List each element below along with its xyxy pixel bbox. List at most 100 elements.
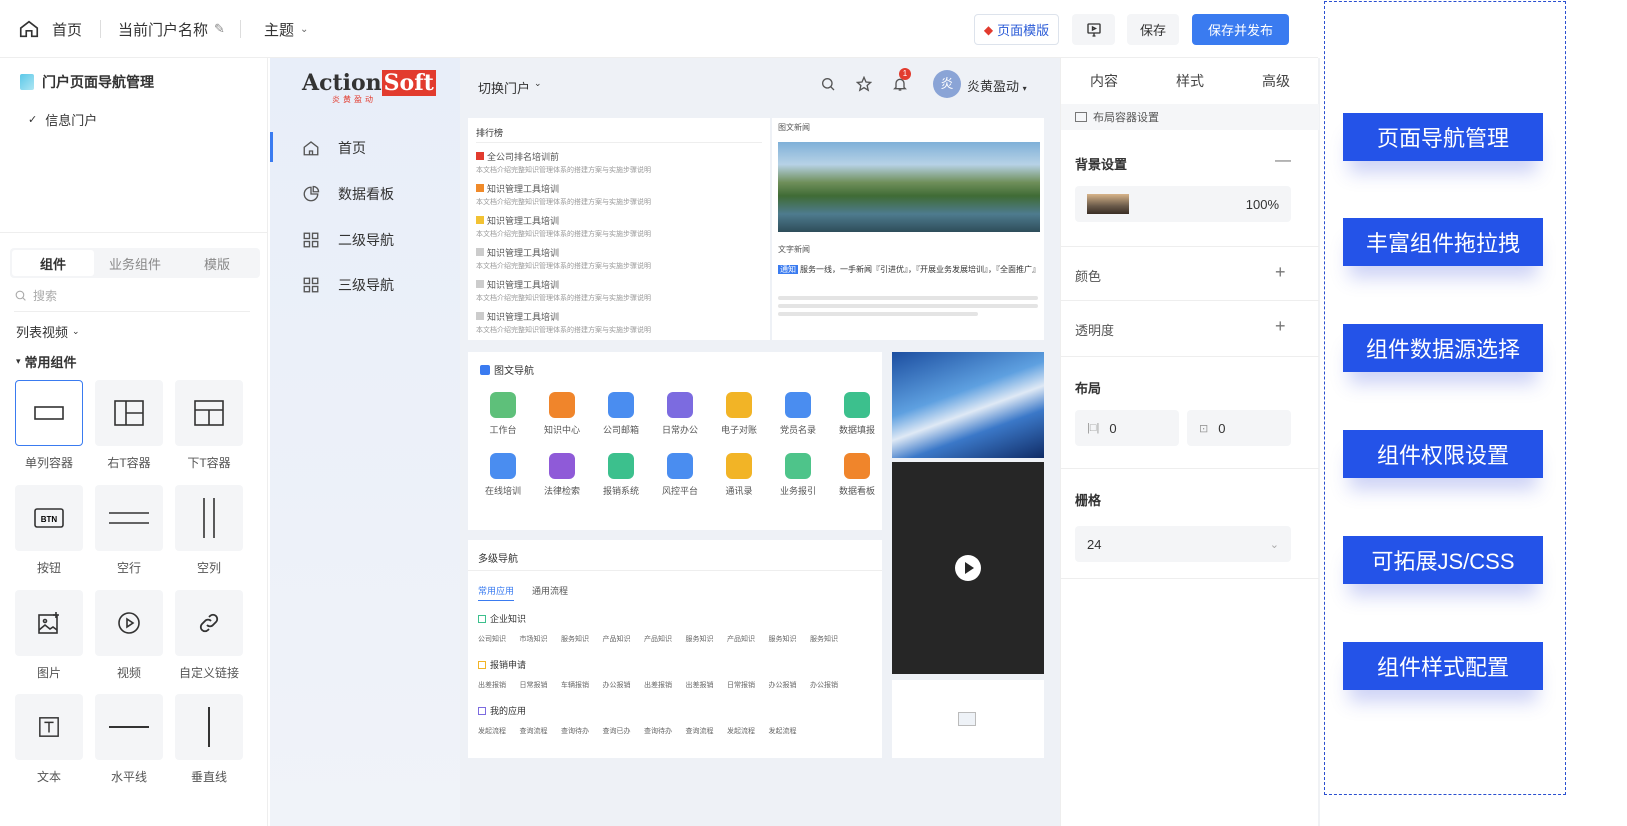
app-item[interactable]: 业务报引 bbox=[773, 453, 823, 497]
nav-group-link[interactable]: 产品知识 bbox=[644, 634, 672, 644]
user-menu[interactable]: 炎黄盈动 ▾ bbox=[967, 76, 1027, 95]
nav-group-link[interactable]: 发起流程 bbox=[478, 726, 506, 736]
tab-components[interactable]: 组件 bbox=[12, 250, 94, 276]
avatar[interactable]: 炎 bbox=[933, 70, 961, 98]
app-item[interactable]: 电子对账 bbox=[714, 392, 764, 436]
nav-group-link[interactable]: 出差报销 bbox=[686, 680, 714, 690]
ranking-item[interactable]: 知识管理工具培训 本文档介绍完整知识管理体系的搭建方案与实施步骤说明 bbox=[476, 212, 651, 239]
app-item[interactable]: 风控平台 bbox=[655, 453, 705, 497]
nav-group-link[interactable]: 日常报销 bbox=[520, 680, 548, 690]
component-search[interactable]: 搜索 bbox=[14, 280, 250, 312]
play-icon[interactable] bbox=[954, 554, 982, 582]
nav-group-link[interactable]: 市场知识 bbox=[520, 634, 548, 644]
ranking-item[interactable]: 全公司排名培训前 本文档介绍完整知识管理体系的搭建方案与实施步骤说明 bbox=[476, 148, 651, 175]
add-opacity-icon[interactable]: + bbox=[1275, 316, 1286, 337]
component-empty-column[interactable]: 空列 bbox=[175, 485, 243, 576]
app-item[interactable]: 数据填报 bbox=[832, 392, 882, 436]
nav-group-link[interactable]: 产品知识 bbox=[727, 634, 755, 644]
app-item[interactable]: 在线培训 bbox=[478, 453, 528, 497]
building-image[interactable] bbox=[892, 352, 1044, 458]
tab-business-components[interactable]: 业务组件 bbox=[94, 250, 176, 276]
background-thumbnail[interactable] bbox=[1087, 194, 1129, 214]
theme-dropdown[interactable]: 主题 ⌄ bbox=[264, 0, 308, 58]
nav-item-level3[interactable]: 三级导航 bbox=[302, 275, 394, 295]
nav-group-link[interactable]: 查询已办 bbox=[603, 726, 631, 736]
tab-style[interactable]: 样式 bbox=[1147, 58, 1233, 104]
horizontal-gap-input[interactable]: |□| 0 bbox=[1075, 410, 1179, 446]
app-item[interactable]: 公司邮箱 bbox=[596, 392, 646, 436]
ranking-item[interactable]: 知识管理工具培训 本文档介绍完整知识管理体系的搭建方案与实施步骤说明 bbox=[476, 244, 651, 271]
component-vertical-line[interactable]: 垂直线 bbox=[175, 694, 243, 785]
nav-group-link[interactable]: 服务知识 bbox=[686, 634, 714, 644]
component-empty-row[interactable]: 空行 bbox=[95, 485, 163, 576]
tab-general-flows[interactable]: 通用流程 bbox=[532, 584, 568, 597]
component-right-t-container[interactable]: 右T容器 bbox=[95, 380, 163, 471]
ranking-item[interactable]: 知识管理工具培训 本文档介绍完整知识管理体系的搭建方案与实施步骤说明 bbox=[476, 308, 651, 335]
ranking-item[interactable]: 知识管理工具培训 本文档介绍完整知识管理体系的搭建方案与实施步骤说明 bbox=[476, 276, 651, 303]
tab-advanced[interactable]: 高级 bbox=[1233, 58, 1319, 104]
tab-templates[interactable]: 模版 bbox=[176, 250, 258, 276]
nav-group-link[interactable]: 办公报销 bbox=[603, 680, 631, 690]
component-single-container[interactable]: 单列容器 bbox=[15, 380, 83, 471]
save-button[interactable]: 保存 bbox=[1127, 14, 1179, 45]
video-player[interactable] bbox=[892, 462, 1044, 674]
tab-common-apps[interactable]: 常用应用 bbox=[478, 584, 515, 601]
landscape-image[interactable] bbox=[778, 142, 1040, 232]
component-bottom-t-container[interactable]: 下T容器 bbox=[175, 380, 243, 471]
vertical-gap-input[interactable]: ⊡ 0 bbox=[1187, 410, 1291, 446]
nav-group-link[interactable]: 出差报销 bbox=[644, 680, 672, 690]
nav-item-level2[interactable]: 二级导航 bbox=[302, 230, 394, 250]
nav-group-link[interactable]: 日常报销 bbox=[727, 680, 755, 690]
list-view-dropdown[interactable]: 列表视频 ⌄ bbox=[16, 322, 80, 341]
tree-item-info-portal[interactable]: ✓ 信息门户 bbox=[28, 110, 97, 129]
nav-group-link[interactable]: 车辆报销 bbox=[561, 680, 589, 690]
component-button[interactable]: BTN 按钮 bbox=[15, 485, 83, 576]
nav-group-link[interactable]: 服务知识 bbox=[769, 634, 797, 644]
edit-icon[interactable]: ✎ bbox=[214, 21, 225, 37]
app-item[interactable]: 数据看板 bbox=[832, 453, 882, 497]
grid-select[interactable]: 24 ⌄ bbox=[1075, 526, 1291, 562]
tab-content[interactable]: 内容 bbox=[1061, 58, 1147, 104]
portal-name[interactable]: 当前门户名称 ✎ bbox=[118, 0, 225, 58]
nav-group-link[interactable]: 办公报销 bbox=[769, 680, 797, 690]
nav-group-link[interactable]: 出差报销 bbox=[478, 680, 506, 690]
app-item[interactable]: 党员名录 bbox=[773, 392, 823, 436]
background-image-field[interactable]: 100% bbox=[1075, 186, 1291, 222]
nav-item-dashboard[interactable]: 数据看板 bbox=[302, 184, 394, 204]
component-text[interactable]: 文本 bbox=[15, 694, 83, 785]
nav-group-link[interactable]: 服务知识 bbox=[810, 634, 838, 644]
tree-root[interactable]: 门户页面导航管理 bbox=[20, 72, 154, 92]
common-components-header[interactable]: ▾ 常用组件 bbox=[16, 352, 77, 371]
app-item[interactable]: 知识中心 bbox=[537, 392, 587, 436]
nav-group-link[interactable]: 查询待办 bbox=[561, 726, 589, 736]
nav-group-link[interactable]: 发起流程 bbox=[769, 726, 797, 736]
component-horizontal-line[interactable]: 水平线 bbox=[95, 694, 163, 785]
search-icon[interactable] bbox=[820, 76, 836, 92]
app-item[interactable]: 通讯录 bbox=[714, 453, 764, 497]
nav-group-link[interactable]: 办公报销 bbox=[810, 680, 838, 690]
component-video[interactable]: 视频 bbox=[95, 590, 163, 681]
preview-button[interactable] bbox=[1072, 14, 1115, 45]
nav-group-link[interactable]: 产品知识 bbox=[603, 634, 631, 644]
collapse-icon[interactable]: — bbox=[1275, 152, 1291, 170]
nav-group-link[interactable]: 公司知识 bbox=[478, 634, 506, 644]
app-item[interactable]: 报销系统 bbox=[596, 453, 646, 497]
ranking-item[interactable]: 知识管理工具培训 本文档介绍完整知识管理体系的搭建方案与实施步骤说明 bbox=[476, 180, 651, 207]
star-icon[interactable] bbox=[856, 76, 872, 92]
template-button[interactable]: ◆ 页面模版 bbox=[974, 14, 1059, 45]
nav-group-link[interactable]: 服务知识 bbox=[561, 634, 589, 644]
switch-portal-dropdown[interactable]: 切换门户 ⌄ bbox=[478, 78, 542, 97]
nav-item-home[interactable]: 首页 bbox=[302, 138, 366, 158]
app-item[interactable]: 工作台 bbox=[478, 392, 528, 436]
component-custom-link[interactable]: 自定义链接 bbox=[175, 590, 243, 681]
nav-group-link[interactable]: 查询待办 bbox=[644, 726, 672, 736]
publish-button[interactable]: 保存并发布 bbox=[1192, 14, 1289, 45]
home-link[interactable]: 首页 bbox=[18, 0, 82, 58]
nav-group-link[interactable]: 发起流程 bbox=[727, 726, 755, 736]
component-image[interactable]: 图片 bbox=[15, 590, 83, 681]
app-item[interactable]: 日常办公 bbox=[655, 392, 705, 436]
nav-group-link[interactable]: 查询流程 bbox=[520, 726, 548, 736]
news2-headline[interactable]: 通知 服务一线，一手新闻『引进优』，『开展业务发展培训』，『全面推广』 bbox=[778, 264, 1040, 275]
add-color-icon[interactable]: + bbox=[1275, 262, 1286, 283]
nav-group-link[interactable]: 查询流程 bbox=[686, 726, 714, 736]
